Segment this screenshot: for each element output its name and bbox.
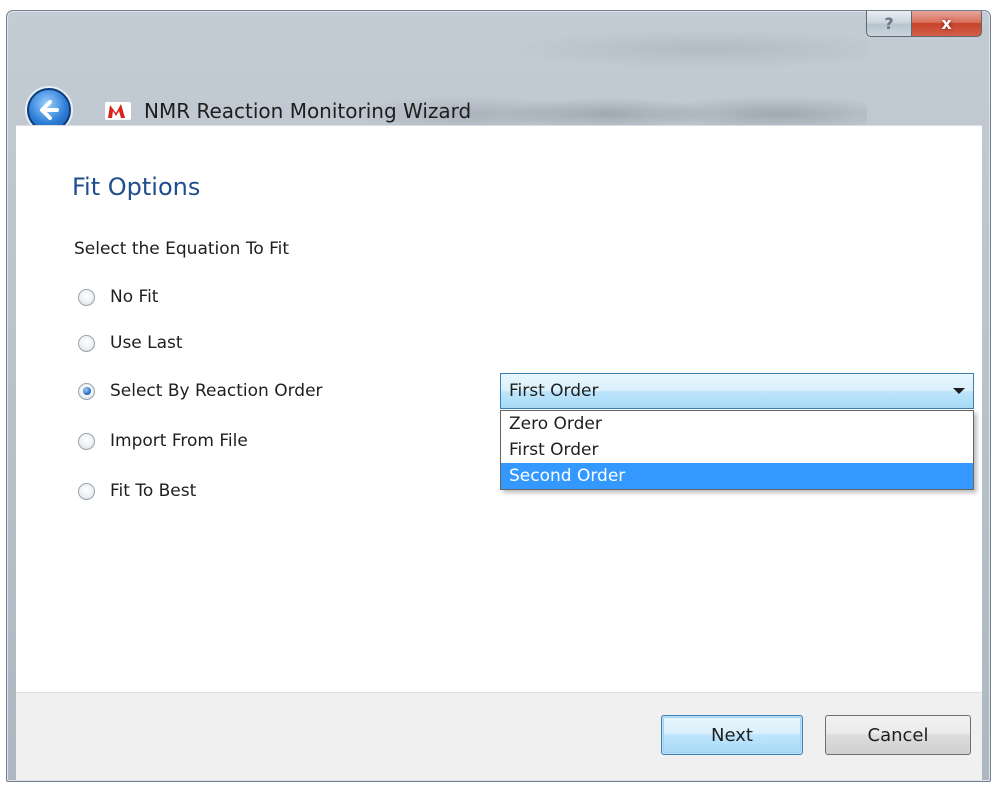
caption-buttons: ? x [866, 11, 982, 37]
section-label: Select the Equation To Fit [74, 239, 290, 259]
radio-fit-to-best[interactable]: Fit To Best [78, 481, 196, 501]
close-button[interactable]: x [912, 11, 982, 37]
radio-select-by-reaction-order[interactable]: Select By Reaction Order [78, 381, 323, 401]
mnova-logo-icon [104, 100, 132, 122]
wizard-footer: Next Cancel [16, 692, 982, 780]
radio-label: Import From File [110, 431, 248, 451]
radio-label: Select By Reaction Order [110, 381, 323, 401]
radio-dot [82, 387, 91, 395]
radio-button[interactable] [78, 334, 95, 352]
reaction-order-dropdown: Zero Order First Order Second Order [500, 410, 974, 490]
radio-import-from-file[interactable]: Import From File [78, 431, 248, 451]
next-button[interactable]: Next [661, 715, 803, 755]
radio-label: No Fit [110, 287, 159, 307]
cancel-button[interactable]: Cancel [825, 715, 971, 755]
radio-label: Use Last [110, 333, 183, 353]
reaction-order-value: First Order [509, 381, 599, 401]
radio-button-checked[interactable] [78, 382, 95, 400]
help-button[interactable]: ? [866, 11, 912, 37]
radio-use-last[interactable]: Use Last [78, 333, 183, 353]
dropdown-item-zero-order[interactable]: Zero Order [501, 411, 973, 437]
radio-button[interactable] [78, 288, 95, 306]
radio-no-fit[interactable]: No Fit [78, 287, 158, 307]
close-icon: x [941, 14, 952, 33]
help-icon: ? [884, 14, 894, 33]
dropdown-item-second-order[interactable]: Second Order [501, 463, 973, 489]
radio-label: Fit To Best [110, 481, 197, 501]
back-arrow-icon [40, 100, 59, 120]
wizard-page: Fit Options Select the Equation To Fit N… [16, 125, 982, 692]
page-title: Fit Options [72, 173, 201, 201]
dropdown-item-first-order[interactable]: First Order [501, 437, 973, 463]
radio-button[interactable] [78, 482, 95, 500]
radio-button[interactable] [78, 432, 95, 450]
reaction-order-select[interactable]: First Order [500, 373, 974, 409]
chevron-down-icon[interactable] [953, 388, 965, 394]
window-title: NMR Reaction Monitoring Wizard [144, 99, 472, 123]
